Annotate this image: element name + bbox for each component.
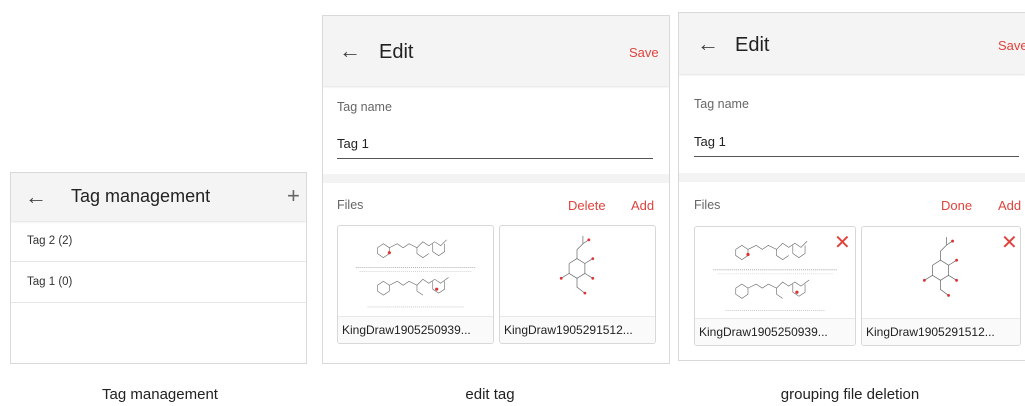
tag-name-underline [694,156,1019,157]
files-label: Files [337,198,364,212]
page-title: Tag management [71,186,211,206]
app-header: ← Edit Save [323,16,669,86]
done-button[interactable]: Done [941,198,972,213]
structure-thumbnail [559,235,595,295]
file-name: KingDraw1905250939... [338,316,493,343]
file-card[interactable]: KingDraw1905250939... [337,225,494,344]
tag-name-label: Tag name [694,97,749,111]
add-file-button[interactable]: Add [998,198,1021,213]
section-divider [323,174,669,183]
page-title: Edit [735,34,770,56]
files-label: Files [694,198,721,212]
save-button[interactable]: Save [629,45,659,60]
caption-tag-management: Tag management [102,386,218,403]
tag-list-item[interactable]: Tag 1 (0) [11,262,306,303]
back-arrow-icon[interactable]: ← [25,186,47,208]
tag-name-underline [337,158,653,159]
caption-grouping-file-deletion: grouping file deletion [780,386,920,403]
structure-thumbnail [355,239,477,308]
file-deletion-screen: ← Edit Save Tag name Tag 1 Files Done Ad… [678,12,1025,361]
file-card[interactable]: KingDraw1905291512... [499,225,656,344]
caption-edit-tag: edit tag [465,386,515,403]
structure-thumbnail [713,241,838,311]
file-card[interactable]: ✕ KingDraw1905291512... [861,226,1021,346]
file-name: KingDraw1905250939... [695,318,855,345]
tag-name-label: Tag name [337,100,392,114]
edit-tag-screen: ← Edit Save Tag name Tag 1 Files Delete … [322,15,670,364]
file-card[interactable]: ✕ KingDraw1905250939... [694,226,856,346]
back-arrow-icon[interactable]: ← [697,33,719,55]
add-tag-icon[interactable]: + [287,185,300,207]
save-button[interactable]: Save [998,38,1025,53]
remove-file-icon[interactable]: ✕ [834,233,851,253]
add-file-button[interactable]: Add [631,198,654,213]
tag-name-field[interactable]: Tag 1 [694,134,726,149]
tag-list-item[interactable]: Tag 2 (2) [11,221,306,262]
remove-file-icon[interactable]: ✕ [1001,233,1018,253]
app-header: ← Tag management + [11,173,306,221]
section-divider [679,173,1025,182]
structure-thumbnail [922,237,958,297]
file-name: KingDraw1905291512... [862,318,1020,345]
tag-management-screen: ← Tag management + Tag 2 (2) Tag 1 (0) [10,172,307,364]
delete-button[interactable]: Delete [568,198,606,213]
app-header: ← Edit Save [679,13,1025,74]
file-name: KingDraw1905291512... [500,316,655,343]
back-arrow-icon[interactable]: ← [339,40,361,62]
page-title: Edit [379,41,414,63]
tag-name-field[interactable]: Tag 1 [337,136,369,151]
